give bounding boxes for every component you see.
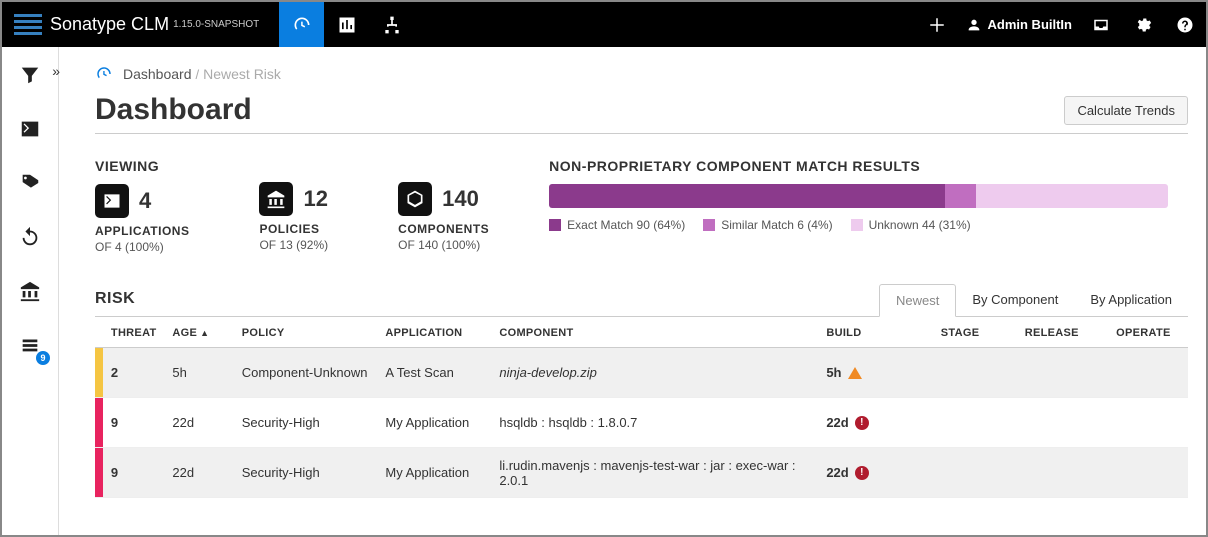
sidebar-tag[interactable] (14, 167, 46, 199)
match-title: NON-PROPRIETARY COMPONENT MATCH RESULTS (549, 158, 1168, 174)
viewing-title: VIEWING (95, 158, 189, 174)
grid-header: THREAT AGE▲ POLICY APPLICATION COMPONENT… (95, 317, 1188, 348)
app-icon (102, 191, 122, 211)
gauge-icon (292, 15, 312, 35)
tab-newest[interactable]: Newest (879, 284, 956, 317)
sidebar-filter[interactable]: » (14, 59, 46, 91)
user-menu[interactable]: Admin BuiltIn (966, 17, 1073, 33)
brand-logo (14, 14, 42, 36)
add-button[interactable] (916, 2, 958, 47)
tab-by-application[interactable]: By Application (1074, 284, 1188, 316)
stat-policies[interactable]: 12 POLICIES OF 13 (92%) (259, 182, 328, 252)
inbox-button[interactable] (1080, 2, 1122, 47)
risk-title: RISK (95, 290, 135, 316)
threat-bar (95, 448, 103, 497)
table-row[interactable]: 922dSecurity-HighMy Applicationli.rudin.… (95, 448, 1188, 498)
gauge-icon (95, 65, 113, 83)
terminal-icon (19, 118, 41, 140)
page-title: Dashboard (95, 93, 252, 127)
calculate-trends-button[interactable]: Calculate Trends (1064, 96, 1188, 125)
help-button[interactable] (1164, 2, 1206, 47)
breadcrumb-link[interactable]: Dashboard (123, 66, 192, 82)
stat-components[interactable]: 140 COMPONENTS OF 140 (100%) (398, 182, 489, 252)
nav-dashboard[interactable] (279, 2, 324, 47)
error-icon: ! (855, 466, 869, 480)
legend-similar: Similar Match 6 (4%) (703, 218, 832, 232)
legend-exact: Exact Match 90 (64%) (549, 218, 685, 232)
inbox-icon (1092, 16, 1110, 34)
bank-icon (266, 189, 286, 209)
cube-icon (405, 189, 425, 209)
warning-icon (848, 367, 862, 379)
sitemap-icon (382, 15, 402, 35)
sidebar-bank[interactable] (14, 275, 46, 307)
gear-icon (1134, 16, 1152, 34)
threat-bar (95, 348, 103, 397)
threat-bar (95, 398, 103, 447)
sidebar-badge: 9 (36, 351, 50, 365)
legend-unknown: Unknown 44 (31%) (851, 218, 971, 232)
cycle-icon (19, 226, 41, 248)
table-row[interactable]: 25hComponent-UnknownA Test Scanninja-dev… (95, 348, 1188, 398)
nav-reports[interactable] (324, 2, 369, 47)
filter-icon (19, 64, 41, 86)
user-name: Admin BuiltIn (988, 17, 1073, 32)
error-icon: ! (855, 416, 869, 430)
brand-name: Sonatype CLM (50, 14, 169, 35)
tag-icon (19, 172, 41, 194)
sidebar-stack[interactable]: 9 (14, 329, 46, 361)
user-icon (966, 17, 982, 33)
nav-org[interactable] (369, 2, 414, 47)
sidebar-terminal[interactable] (14, 113, 46, 145)
breadcrumb: Dashboard / Newest Risk (95, 65, 1188, 83)
stat-applications[interactable]: 4 APPLICATIONS OF 4 (100%) (95, 184, 189, 254)
bank-icon (19, 280, 41, 302)
sort-asc-icon[interactable]: ▲ (200, 328, 209, 338)
brand-version: 1.15.0-SNAPSHOT (173, 19, 259, 30)
settings-button[interactable] (1122, 2, 1164, 47)
table-row[interactable]: 922dSecurity-HighMy Applicationhsqldb : … (95, 398, 1188, 448)
tab-by-component[interactable]: By Component (956, 284, 1074, 316)
chart-icon (337, 15, 357, 35)
help-icon (1176, 16, 1194, 34)
sidebar-cycle[interactable] (14, 221, 46, 253)
breadcrumb-current: Newest Risk (203, 66, 281, 82)
plus-icon (928, 16, 946, 34)
match-bar (549, 184, 1168, 208)
